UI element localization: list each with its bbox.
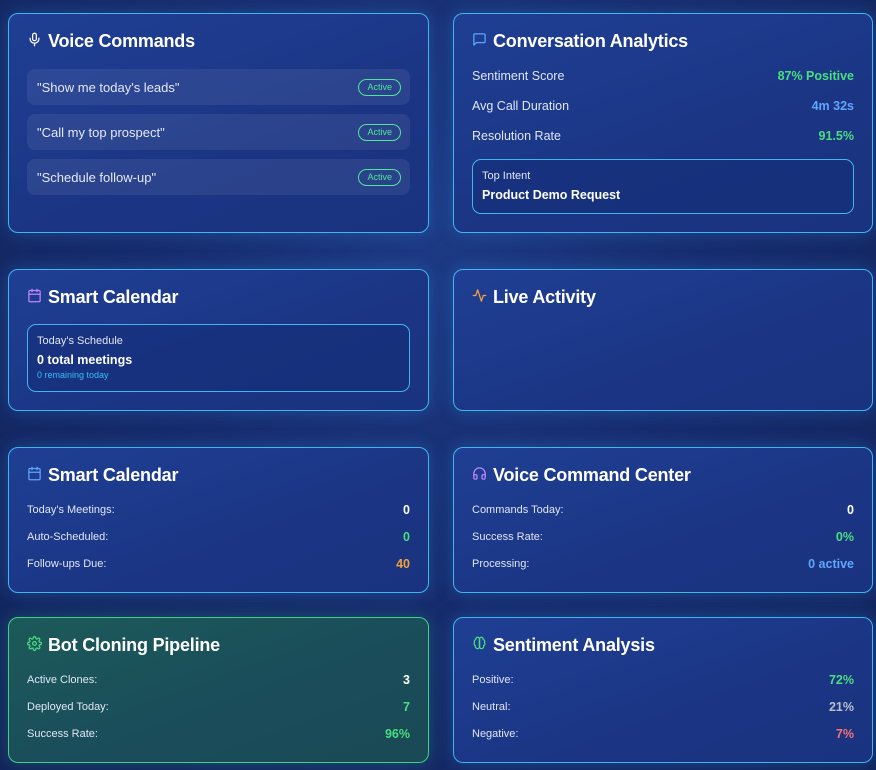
bot-cloning-pipeline-card: Bot Cloning Pipeline Active Clones: 3 De…: [8, 617, 429, 763]
metric-value: 96%: [384, 727, 410, 741]
status-badge: Active: [358, 78, 401, 96]
metric-value: 7%: [835, 727, 854, 741]
microphone-icon: [27, 31, 42, 52]
deployed-today-row: Deployed Today: 7: [27, 700, 410, 714]
metric-label: Processing:: [472, 558, 530, 570]
negative-row: Negative: 7%: [472, 727, 854, 741]
metric-label: Resolution Rate: [472, 129, 561, 143]
auto-scheduled-row: Auto-Scheduled: 0: [27, 530, 410, 544]
smart-calendar-stats-card: Smart Calendar Today's Meetings: 0 Auto-…: [8, 447, 429, 593]
metric-value: 3: [403, 673, 410, 687]
sentiment-analysis-title: Sentiment Analysis: [472, 635, 655, 656]
voice-command-center-title: Voice Command Center: [472, 465, 691, 486]
voice-command-text: "Schedule follow-up": [37, 169, 157, 185]
schedule-label: Today's Schedule: [37, 335, 123, 347]
voice-command-text: "Show me today's leads": [37, 79, 180, 95]
metric-label: Negative:: [472, 728, 519, 740]
metric-value: 0: [847, 503, 854, 517]
metric-label: Auto-Scheduled:: [27, 531, 109, 543]
voice-command-item[interactable]: "Show me today's leads" Active: [27, 69, 410, 105]
success-rate-row: Success Rate: 96%: [27, 727, 410, 741]
voice-commands-title: Voice Commands: [27, 31, 195, 52]
sentiment-analysis-card: Sentiment Analysis Positive: 72% Neutral…: [453, 617, 873, 763]
gear-icon: [27, 635, 42, 656]
positive-row: Positive: 72%: [472, 673, 854, 687]
commands-today-row: Commands Today: 0: [472, 503, 854, 517]
metric-label: Active Clones:: [27, 674, 98, 686]
activity-icon: [472, 287, 487, 308]
brain-icon: [472, 635, 487, 656]
live-activity-card: Live Activity: [453, 269, 873, 411]
voice-command-text: "Call my top prospect": [37, 124, 165, 140]
calendar-icon: [27, 287, 42, 308]
neutral-row: Neutral: 21%: [472, 700, 854, 714]
conversation-analytics-card: Conversation Analytics Sentiment Score 8…: [453, 13, 873, 233]
smart-calendar-card: Smart Calendar Today's Schedule 0 total …: [8, 269, 429, 411]
metric-value: 40: [396, 557, 410, 571]
metric-value: 4m 32s: [811, 99, 854, 113]
metric-label: Success Rate:: [472, 531, 543, 543]
metric-label: Deployed Today:: [27, 701, 109, 713]
todays-schedule-box[interactable]: Today's Schedule 0 total meetings 0 rema…: [27, 324, 410, 392]
status-badge: Active: [358, 168, 401, 186]
metric-label: Avg Call Duration: [472, 99, 570, 113]
message-square-icon: [472, 31, 487, 52]
follow-ups-due-row: Follow-ups Due: 40: [27, 557, 410, 571]
metric-label: Follow-ups Due:: [27, 558, 107, 570]
status-badge: Active: [358, 123, 401, 141]
metric-value: 0: [403, 530, 410, 544]
metric-label: Positive:: [472, 674, 514, 686]
calendar-icon: [27, 465, 42, 486]
metric-label: Today's Meetings:: [27, 504, 115, 516]
top-intent-box: Top Intent Product Demo Request: [472, 159, 854, 214]
metric-value: 21%: [828, 700, 854, 714]
remaining-today: 0 remaining today: [37, 370, 109, 380]
active-clones-row: Active Clones: 3: [27, 673, 410, 687]
metric-value: 72%: [828, 673, 854, 687]
voice-command-item[interactable]: "Schedule follow-up" Active: [27, 159, 410, 195]
live-activity-title: Live Activity: [472, 287, 596, 308]
smart-calendar-stats-title: Smart Calendar: [27, 465, 178, 486]
metric-label: Sentiment Score: [472, 69, 565, 83]
bot-cloning-pipeline-title: Bot Cloning Pipeline: [27, 635, 220, 656]
metric-value: 0: [403, 503, 410, 517]
top-intent-label: Top Intent: [482, 170, 531, 182]
processing-row: Processing: 0 active: [472, 557, 854, 571]
success-rate-row: Success Rate: 0%: [472, 530, 854, 544]
metric-value: 0 active: [808, 557, 854, 571]
voice-command-center-card: Voice Command Center Commands Today: 0 S…: [453, 447, 873, 593]
meetings-count: 0 total meetings: [37, 353, 133, 367]
conversation-analytics-title: Conversation Analytics: [472, 31, 688, 52]
metric-label: Neutral:: [472, 701, 511, 713]
headphones-icon: [472, 465, 487, 486]
sentiment-score-row: Sentiment Score 87% Positive: [472, 69, 854, 83]
resolution-rate-row: Resolution Rate 91.5%: [472, 129, 854, 143]
metric-value: 0%: [835, 530, 854, 544]
metric-label: Commands Today:: [472, 504, 564, 516]
smart-calendar-title: Smart Calendar: [27, 287, 178, 308]
metric-value: 7: [403, 700, 410, 714]
todays-meetings-row: Today's Meetings: 0: [27, 503, 410, 517]
metric-label: Success Rate:: [27, 728, 98, 740]
voice-commands-card: Voice Commands "Show me today's leads" A…: [8, 13, 429, 233]
avg-call-duration-row: Avg Call Duration 4m 32s: [472, 99, 854, 113]
metric-value: 87% Positive: [777, 69, 854, 83]
voice-command-item[interactable]: "Call my top prospect" Active: [27, 114, 410, 150]
top-intent-value: Product Demo Request: [482, 188, 621, 202]
metric-value: 91.5%: [818, 129, 854, 143]
